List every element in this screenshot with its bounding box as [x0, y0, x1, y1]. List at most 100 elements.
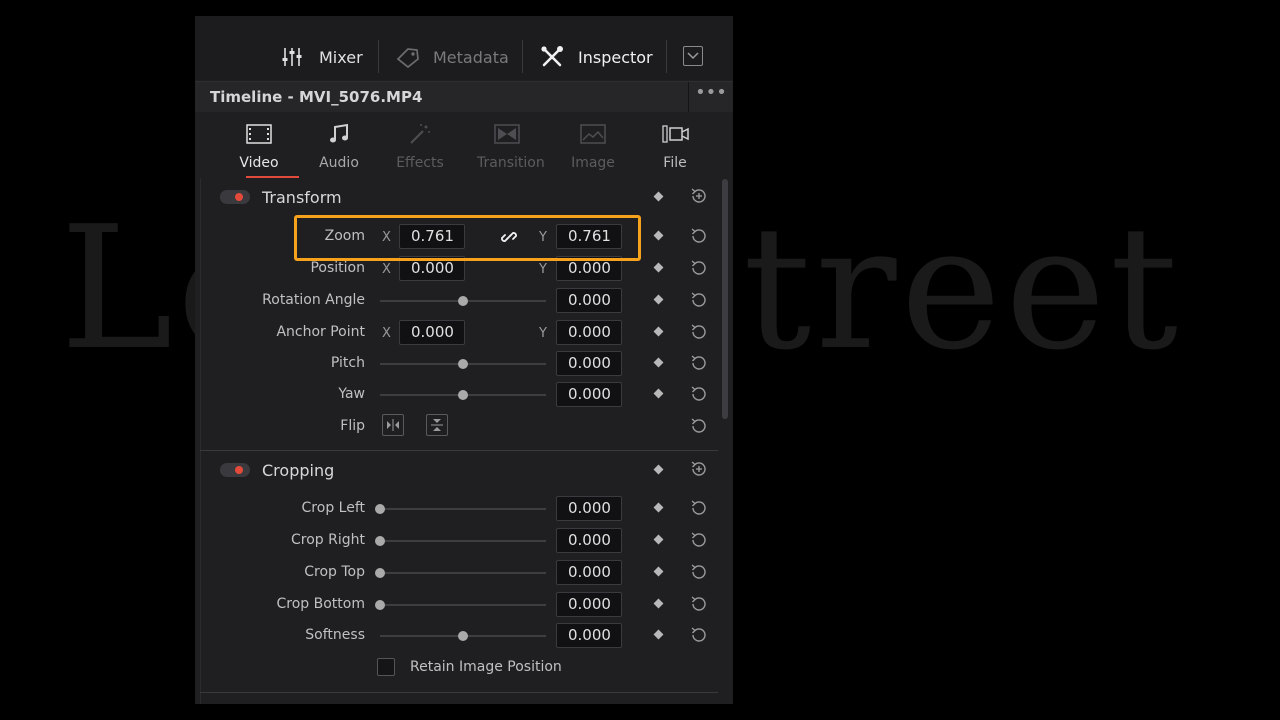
tab-audio[interactable]: Audio [309, 112, 369, 178]
keyframe-icon[interactable] [653, 598, 664, 609]
reset-icon[interactable] [689, 384, 709, 404]
position-label: Position [310, 260, 365, 276]
reset-icon[interactable] [689, 226, 709, 246]
keyframe-icon[interactable] [653, 230, 664, 241]
slider-knob[interactable] [375, 568, 385, 578]
tab-file[interactable]: File [645, 112, 705, 178]
keyframe-icon[interactable] [653, 464, 664, 475]
slider-knob[interactable] [458, 296, 468, 306]
softness-field[interactable]: 0.000 [556, 623, 622, 648]
transform-toggle[interactable] [220, 190, 250, 204]
reset-icon[interactable] [689, 353, 709, 373]
keyframe-icon[interactable] [653, 262, 664, 273]
yaw-field[interactable]: 0.000 [556, 382, 622, 407]
slider-knob[interactable] [458, 631, 468, 641]
keyframe-icon[interactable] [653, 502, 664, 513]
inspector-button[interactable]: Inspector [540, 46, 653, 68]
crop-right-label: Crop Right [291, 532, 365, 548]
tab-label: Transition [477, 155, 545, 171]
reset-icon[interactable] [689, 562, 709, 582]
keyframe-icon[interactable] [653, 388, 664, 399]
image-icon [580, 124, 606, 144]
reset-icon[interactable] [689, 530, 709, 550]
crop-top-label: Crop Top [304, 564, 365, 580]
file-camera-icon [662, 125, 689, 143]
inspector-label: Inspector [578, 47, 653, 67]
yaw-label: Yaw [338, 386, 365, 402]
reset-all-icon[interactable] [689, 186, 709, 206]
metadata-button[interactable]: Metadata [395, 46, 509, 68]
slider-knob[interactable] [375, 600, 385, 610]
retain-image-position-label: Retain Image Position [410, 659, 562, 675]
keyframe-icon[interactable] [653, 566, 664, 577]
anchor-y-field[interactable]: 0.000 [556, 320, 622, 345]
reset-all-icon[interactable] [689, 459, 709, 479]
clip-title-bar: Timeline - MVI_5076.MP4 ••• [195, 81, 733, 113]
options-menu-button[interactable]: ••• [688, 82, 733, 112]
chevron-down-icon [687, 52, 699, 60]
slider-knob[interactable] [375, 536, 385, 546]
section-title: Transform [262, 188, 342, 207]
pitch-slider[interactable] [380, 359, 546, 369]
section-divider [200, 450, 718, 451]
crop-right-slider[interactable] [375, 536, 546, 546]
metadata-label: Metadata [433, 47, 509, 67]
rotation-slider[interactable] [380, 296, 546, 306]
softness-slider[interactable] [380, 631, 546, 641]
retain-image-position-checkbox[interactable] [377, 658, 395, 676]
mixer-button[interactable]: Mixer [281, 46, 363, 68]
crop-left-field[interactable]: 0.000 [556, 496, 622, 521]
keyframe-icon[interactable] [653, 294, 664, 305]
tab-transition[interactable]: Transition [477, 112, 545, 178]
tab-effects[interactable]: Effects [390, 112, 450, 178]
crop-right-row: Crop Right 0.000 [200, 526, 720, 556]
keyframe-icon[interactable] [653, 191, 664, 202]
reset-icon[interactable] [689, 594, 709, 614]
pitch-field[interactable]: 0.000 [556, 351, 622, 376]
reset-icon[interactable] [689, 258, 709, 278]
slider-knob[interactable] [375, 504, 385, 514]
section-divider [200, 692, 718, 693]
scrollbar[interactable] [722, 179, 728, 419]
flip-horizontal-button[interactable] [382, 414, 404, 436]
crop-right-field[interactable]: 0.000 [556, 528, 622, 553]
softness-row: Softness 0.000 [200, 621, 720, 651]
anchor-x-field[interactable]: 0.000 [399, 320, 465, 345]
axis-y-label: Y [539, 326, 547, 341]
reset-icon[interactable] [689, 625, 709, 645]
reset-icon[interactable] [689, 416, 709, 436]
inspector-panel: Mixer Metadata Inspector Timeline - MVI_… [195, 16, 733, 704]
tab-label: Effects [396, 155, 444, 171]
keyframe-icon[interactable] [653, 629, 664, 640]
reset-icon[interactable] [689, 498, 709, 518]
retain-row: Retain Image Position [200, 653, 720, 683]
crop-bottom-field[interactable]: 0.000 [556, 592, 622, 617]
panel-options-button[interactable] [683, 46, 703, 66]
keyframe-icon[interactable] [653, 357, 664, 368]
tab-image[interactable]: Image [563, 112, 623, 178]
crop-top-field[interactable]: 0.000 [556, 560, 622, 585]
reset-icon[interactable] [689, 290, 709, 310]
clip-title: Timeline - MVI_5076.MP4 [210, 88, 423, 106]
crop-left-label: Crop Left [301, 500, 365, 516]
zoom-highlight-box [294, 215, 641, 261]
flip-horizontal-icon [387, 419, 399, 431]
crop-top-slider[interactable] [375, 568, 546, 578]
slider-knob[interactable] [458, 359, 468, 369]
yaw-slider[interactable] [380, 390, 546, 400]
cropping-toggle[interactable] [220, 463, 250, 477]
flip-vertical-button[interactable] [426, 414, 448, 436]
keyframe-icon[interactable] [653, 326, 664, 337]
crop-left-slider[interactable] [375, 504, 546, 514]
tab-video[interactable]: Video [229, 112, 289, 178]
crop-top-row: Crop Top 0.000 [200, 558, 720, 588]
slider-knob[interactable] [458, 390, 468, 400]
rotation-field[interactable]: 0.000 [556, 288, 622, 313]
crop-bottom-slider[interactable] [375, 600, 546, 610]
reset-icon[interactable] [689, 322, 709, 342]
crop-left-row: Crop Left 0.000 [200, 494, 720, 524]
tag-icon [396, 48, 419, 68]
softness-label: Softness [305, 627, 365, 643]
toolbar-divider [666, 40, 667, 73]
keyframe-icon[interactable] [653, 534, 664, 545]
